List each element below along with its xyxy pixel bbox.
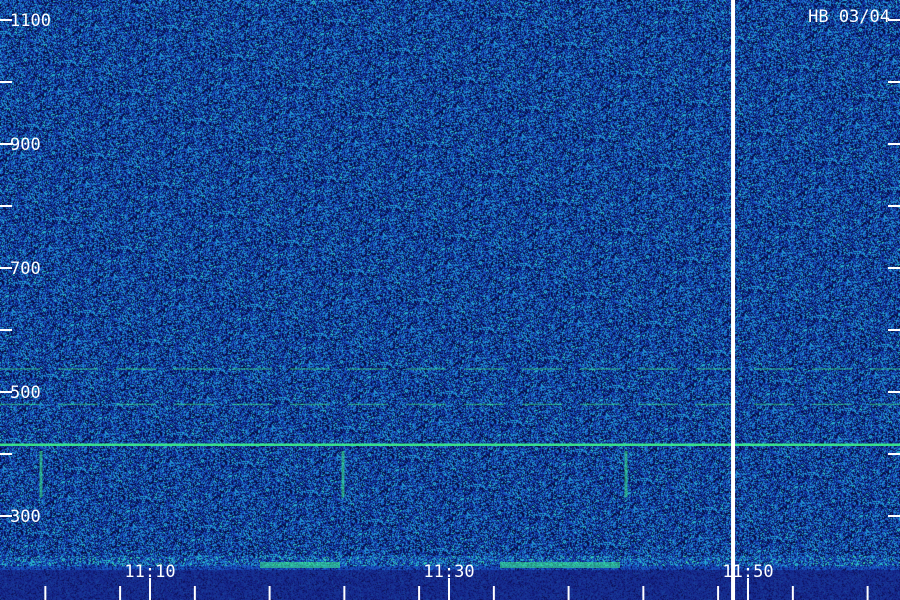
label-layer: 1100 900 700 500 300 11:10 11:30 11:50: [10, 11, 774, 582]
signal-burst-0: [260, 562, 340, 568]
spectrogram-overlay: 1100 900 700 500 300 11:10 11:30 11:50 HB 03/04: [0, 0, 900, 600]
x-tick-label-1130: 11:30: [423, 562, 474, 582]
y-tick-label-1100: 1100: [10, 11, 51, 31]
y-tick-label-500: 500: [10, 383, 41, 403]
signal-burst-1: [500, 562, 620, 568]
y-tick-label-700: 700: [10, 259, 41, 279]
x-tick-label-1150: 11:50: [722, 562, 773, 582]
x-tick-label-1110: 11:10: [124, 562, 175, 582]
y-tick-label-900: 900: [10, 135, 41, 155]
station-date-label: HB 03/04: [808, 7, 890, 27]
y-tick-label-300: 300: [10, 507, 41, 527]
signal-layer: [0, 0, 900, 600]
tick-layer: [0, 19, 900, 600]
spectrogram-frame: 1100 900 700 500 300 11:10 11:30 11:50 HB 03/04: [0, 0, 900, 600]
